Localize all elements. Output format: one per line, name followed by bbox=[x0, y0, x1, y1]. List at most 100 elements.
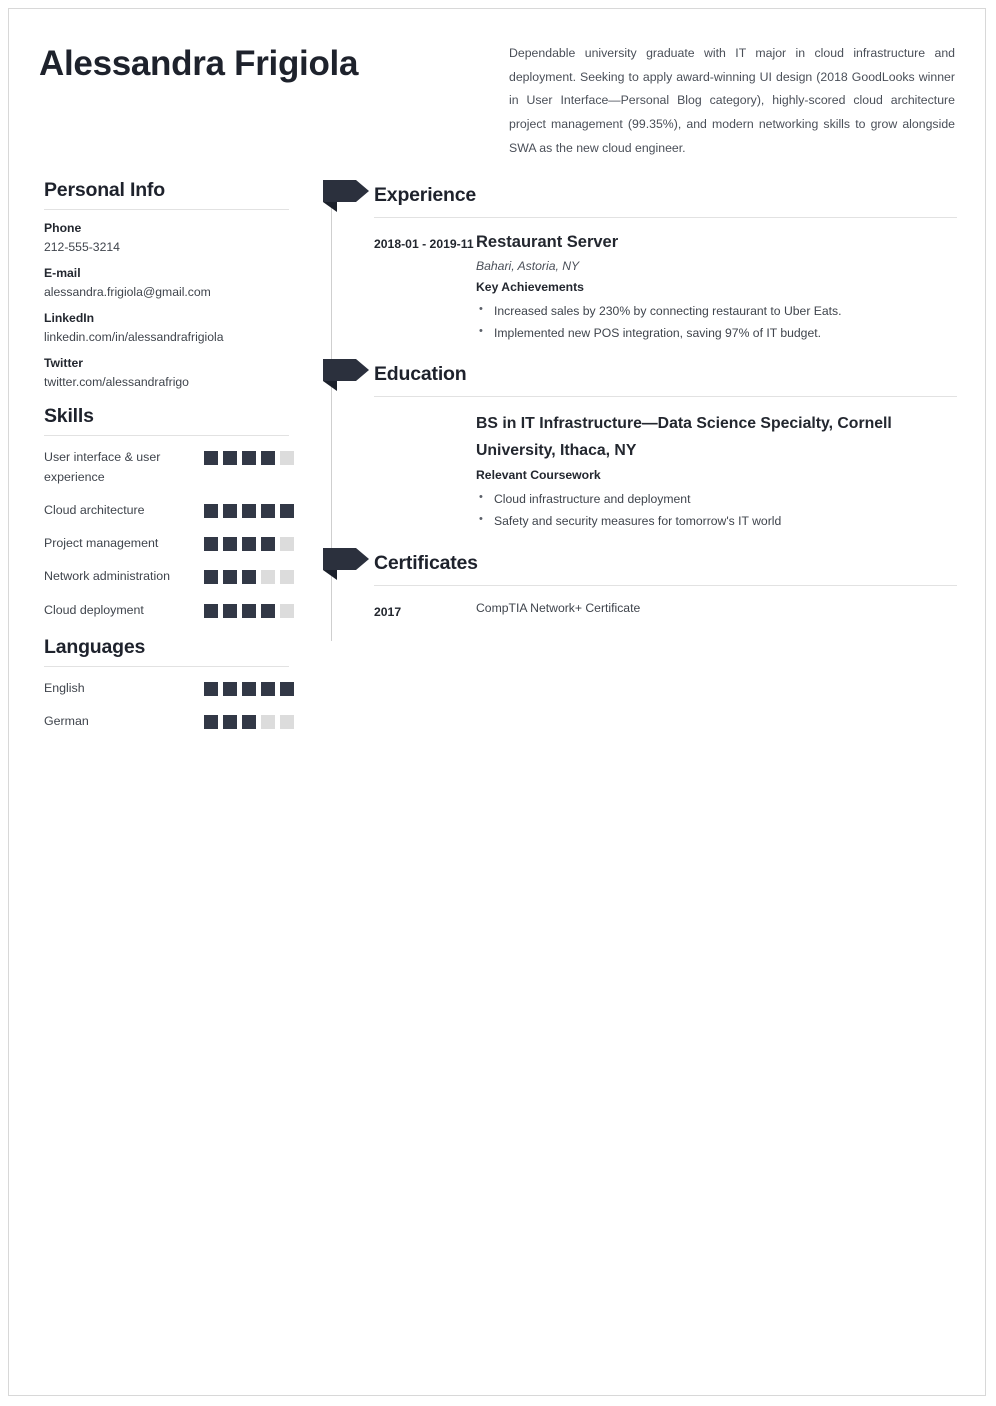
skill-label: Cloud deployment bbox=[44, 602, 144, 617]
education-entry: BS in IT Infrastructure—Data Science Spe… bbox=[317, 397, 985, 533]
rating-square-filled bbox=[242, 681, 256, 696]
resume-page: Alessandra Frigiola Dependable universit… bbox=[8, 8, 986, 1396]
entry-date: 2018-01 - 2019-11 bbox=[374, 236, 474, 251]
section-languages: Languages English German bbox=[39, 636, 309, 731]
rating-square-filled bbox=[242, 603, 256, 618]
language-rating bbox=[204, 678, 294, 696]
rating-square-filled bbox=[204, 570, 218, 585]
section-title-certificates: Certificates bbox=[374, 552, 478, 575]
rating-square-empty bbox=[261, 715, 275, 730]
employer-location: Bahari, Astoria, NY bbox=[476, 258, 580, 273]
job-title: Restaurant Server bbox=[476, 232, 619, 251]
coursework-list: Cloud infrastructure and deployment Safe… bbox=[476, 487, 955, 532]
rating-square-filled bbox=[242, 715, 256, 730]
info-value-twitter[interactable]: twitter.com/alessandrafrigo bbox=[44, 375, 309, 389]
language-label: German bbox=[44, 714, 89, 729]
skills-list: User interface & user experience Cloud a… bbox=[39, 447, 309, 620]
skill-rating bbox=[204, 600, 294, 618]
experience-entry: 2018-01 - 2019-11 Restaurant Server Baha… bbox=[317, 218, 985, 344]
rating-square-empty bbox=[280, 603, 294, 618]
skill-rating bbox=[204, 500, 294, 519]
skill-row: User interface & user experience bbox=[39, 447, 309, 487]
rating-square-filled bbox=[242, 504, 256, 519]
achievements-list: Increased sales by 230% by connecting re… bbox=[476, 299, 955, 344]
rating-square-filled bbox=[261, 681, 275, 696]
info-label: Twitter bbox=[44, 355, 84, 370]
coursework-heading: Relevant Coursework bbox=[476, 468, 601, 483]
skill-rating bbox=[204, 533, 294, 552]
professional-summary: Dependable university graduate with IT m… bbox=[509, 46, 955, 155]
rating-square-filled bbox=[261, 504, 275, 519]
section-header-experience: Experience bbox=[317, 179, 985, 213]
certificate-name: CompTIA Network+ Certificate bbox=[476, 600, 641, 615]
rating-square-empty bbox=[261, 570, 275, 585]
rating-square-filled bbox=[204, 450, 218, 465]
section-title-languages: Languages bbox=[44, 635, 146, 658]
skill-rating bbox=[204, 447, 294, 465]
rating-square-filled bbox=[204, 681, 218, 696]
rating-square-filled bbox=[242, 570, 256, 585]
divider bbox=[44, 208, 289, 210]
main-content: Experience 2018-01 - 2019-11 Restaurant … bbox=[309, 179, 985, 642]
section-header-certificates: Certificates bbox=[317, 547, 985, 581]
rating-square-filled bbox=[261, 603, 275, 618]
rating-square-filled bbox=[280, 681, 294, 696]
rating-square-filled bbox=[223, 715, 237, 730]
rating-square-empty bbox=[280, 715, 294, 730]
certificate-entry: 2017 CompTIA Network+ Certificate bbox=[317, 586, 985, 624]
section-title-experience: Experience bbox=[374, 184, 477, 207]
section-header-education: Education bbox=[317, 358, 985, 392]
rating-square-filled bbox=[204, 537, 218, 552]
rating-square-filled bbox=[223, 537, 237, 552]
pennant-marker-icon bbox=[323, 547, 371, 580]
entry-date bbox=[374, 410, 476, 413]
rating-square-filled bbox=[223, 504, 237, 519]
skill-row: Project management bbox=[39, 533, 309, 553]
section-title-skills: Skills bbox=[44, 404, 94, 427]
language-row: German bbox=[39, 711, 309, 731]
entry-body: BS in IT Infrastructure—Data Science Spe… bbox=[476, 410, 985, 533]
achievements-heading: Key Achievements bbox=[476, 279, 584, 294]
info-item-linkedin: LinkedIn linkedin.com/in/alessandrafrigi… bbox=[39, 311, 309, 344]
rating-square-filled bbox=[280, 504, 294, 519]
list-item: Safety and security measures for tomorro… bbox=[476, 509, 955, 532]
languages-list: English German bbox=[39, 678, 309, 731]
divider bbox=[44, 665, 289, 667]
info-label: Phone bbox=[44, 220, 82, 235]
skill-label: Network administration bbox=[44, 569, 171, 584]
rating-square-filled bbox=[223, 450, 237, 465]
rating-square-filled bbox=[223, 681, 237, 696]
section-title-personal-info: Personal Info bbox=[44, 178, 165, 201]
language-row: English bbox=[39, 678, 309, 698]
language-rating bbox=[204, 711, 294, 730]
rating-square-filled bbox=[242, 537, 256, 552]
skill-label: Cloud architecture bbox=[44, 503, 145, 518]
skill-rating bbox=[204, 566, 294, 585]
list-item: Implemented new POS integration, saving … bbox=[476, 321, 955, 344]
section-certificates: Certificates 2017 CompTIA Network+ Certi… bbox=[317, 547, 985, 624]
pennant-marker-icon bbox=[323, 358, 371, 391]
rating-square-filled bbox=[223, 603, 237, 618]
section-skills: Skills User interface & user experience … bbox=[39, 405, 309, 620]
list-item: Increased sales by 230% by connecting re… bbox=[476, 299, 955, 322]
info-label: LinkedIn bbox=[44, 310, 95, 325]
info-value-linkedin[interactable]: linkedin.com/in/alessandrafrigiola bbox=[44, 330, 309, 344]
pennant-marker-icon bbox=[323, 179, 371, 212]
language-label: English bbox=[44, 680, 85, 695]
page-title: Alessandra Frigiola bbox=[39, 44, 359, 83]
resume-body: Personal Info Phone 212-555-3214 E-mail … bbox=[9, 161, 985, 748]
rating-square-filled bbox=[204, 603, 218, 618]
rating-square-empty bbox=[280, 537, 294, 552]
info-value-phone: 212-555-3214 bbox=[44, 239, 120, 254]
skill-row: Cloud architecture bbox=[39, 500, 309, 520]
info-label: E-mail bbox=[44, 265, 81, 280]
section-experience: Experience 2018-01 - 2019-11 Restaurant … bbox=[317, 179, 985, 344]
rating-square-empty bbox=[280, 450, 294, 465]
section-education: Education BS in IT Infrastructure—Data S… bbox=[317, 358, 985, 533]
info-item-email: E-mail alessandra.frigiola@gmail.com bbox=[39, 266, 309, 299]
info-value-email[interactable]: alessandra.frigiola@gmail.com bbox=[44, 285, 309, 299]
sidebar: Personal Info Phone 212-555-3214 E-mail … bbox=[9, 179, 309, 748]
entry-body: CompTIA Network+ Certificate bbox=[476, 599, 985, 615]
rating-square-filled bbox=[223, 570, 237, 585]
info-item-twitter: Twitter twitter.com/alessandrafrigo bbox=[39, 356, 309, 389]
